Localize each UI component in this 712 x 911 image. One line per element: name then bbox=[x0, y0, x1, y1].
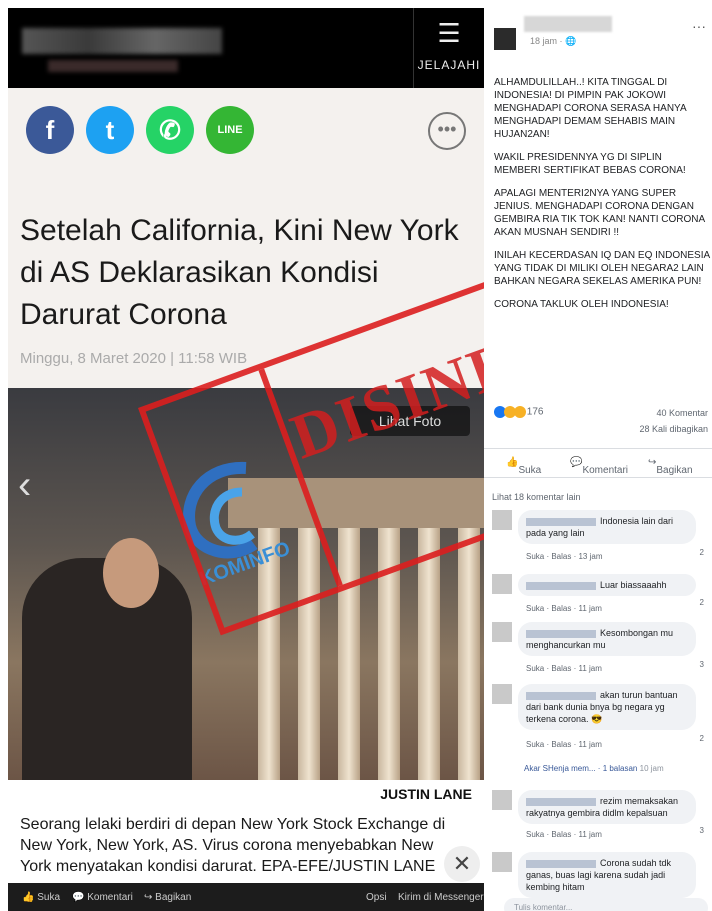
post-paragraph: APALAGI MENTERI2NYA YANG SUPER JENIUS. M… bbox=[494, 188, 705, 238]
post-paragraph: CORONA TAKLUK OLEH INDONESIA! bbox=[494, 299, 669, 310]
blurred-commenter-name[interactable] bbox=[526, 691, 596, 700]
comment-text: Luar biassaaahh bbox=[600, 580, 667, 590]
comment-bubble: Corona sudah tdk ganas, buas lagi karena… bbox=[518, 852, 696, 898]
twitter-share-icon[interactable]: t bbox=[86, 106, 134, 154]
avatar[interactable] bbox=[492, 622, 512, 642]
column bbox=[458, 528, 480, 780]
comment-bubble: Kesombongan mu menghancurkan mu bbox=[518, 622, 696, 656]
blurred-tagline bbox=[48, 60, 178, 72]
avatar[interactable] bbox=[492, 852, 512, 872]
blurred-commenter-name[interactable] bbox=[526, 859, 596, 868]
photo-credit: JUSTIN LANE bbox=[380, 786, 472, 802]
avatar[interactable] bbox=[492, 574, 512, 594]
comment-meta[interactable]: Suka · Balas · 11 jam bbox=[526, 740, 602, 749]
share-label: Bagikan bbox=[656, 465, 693, 476]
avatar[interactable] bbox=[494, 28, 516, 50]
options-button[interactable]: Opsi bbox=[366, 892, 387, 903]
comment-bubble: Luar biassaaahh bbox=[518, 574, 696, 596]
explore-label: JELAJAHI bbox=[417, 58, 481, 72]
reaction-summary[interactable]: 176 bbox=[494, 406, 543, 418]
comment-bubble: rezim memaksakan rakyatnya gembira didlm… bbox=[518, 790, 696, 824]
article-screenshot: ☰ JELAJAHI f t ✆ LINE ••• Setelah Califo… bbox=[8, 8, 484, 911]
comment-bubble: Indonesia lain dari pada yang lain bbox=[518, 510, 696, 544]
avatar[interactable] bbox=[492, 790, 512, 810]
whatsapp-share-icon[interactable]: ✆ bbox=[146, 106, 194, 154]
photo-caption: Seorang lelaki berdiri di depan New York… bbox=[20, 816, 446, 875]
blurred-poster-name[interactable] bbox=[524, 16, 612, 32]
comment-label: Komentari bbox=[582, 465, 629, 476]
facebook-share-icon[interactable]: f bbox=[26, 106, 74, 154]
comment-meta[interactable]: Suka · Balas · 11 jam bbox=[526, 664, 602, 673]
post-text: ALHAMDULILLAH..! KITA TINGGAL DI INDONES… bbox=[494, 76, 710, 321]
share-count[interactable]: 28 Kali dibagikan bbox=[639, 424, 708, 434]
view-replies-link[interactable]: Akar SHenja mem... · 1 balasan 10 jam bbox=[524, 764, 664, 773]
comment-reactions[interactable]: 2 bbox=[700, 548, 704, 557]
line-share-icon[interactable]: LINE bbox=[206, 106, 254, 154]
blurred-commenter-name[interactable] bbox=[526, 629, 596, 638]
blurred-commenter-name[interactable] bbox=[526, 517, 596, 526]
more-options-icon[interactable]: ••• bbox=[428, 112, 466, 150]
comment-label: Komentari bbox=[87, 892, 133, 903]
share-label: Bagikan bbox=[155, 892, 192, 903]
close-icon[interactable]: ✕ bbox=[444, 846, 480, 882]
blurred-commenter-name[interactable] bbox=[526, 581, 596, 590]
reaction-count: 176 bbox=[526, 406, 544, 418]
comment-meta[interactable]: Suka · Balas · 13 jam bbox=[526, 552, 602, 561]
like-label: Suka bbox=[37, 892, 61, 903]
explore-button[interactable]: ☰ JELAJAHI bbox=[413, 8, 484, 88]
like-button[interactable]: 👍 Suka bbox=[506, 457, 541, 476]
messenger-button[interactable]: Kirim di Messenger bbox=[398, 892, 484, 903]
article-date: Minggu, 8 Maret 2020 | 11:58 WIB bbox=[20, 350, 248, 367]
post-menu-icon[interactable]: ··· bbox=[692, 18, 706, 34]
blurred-commenter-name[interactable] bbox=[526, 797, 596, 806]
column bbox=[418, 528, 440, 780]
avatar[interactable] bbox=[492, 684, 512, 704]
site-header: ☰ JELAJAHI bbox=[8, 8, 484, 88]
facebook-post: 18 jam · 🌐 ··· ALHAMDULILLAH..! KITA TIN… bbox=[484, 8, 712, 911]
like-button[interactable]: 👍 Suka bbox=[22, 892, 60, 903]
blurred-site-logo bbox=[22, 28, 222, 54]
comment-input[interactable]: Tulis komentar... bbox=[504, 898, 708, 911]
man-head bbox=[103, 538, 159, 608]
comment-count[interactable]: 40 Komentar bbox=[656, 408, 708, 418]
post-actions: 👍 Suka 💬 Komentari ↪ Bagikan bbox=[484, 448, 712, 478]
chevron-left-icon[interactable]: ‹ bbox=[18, 463, 31, 508]
explore-icon: ☰ bbox=[437, 18, 461, 48]
share-button[interactable]: ↪ Bagikan bbox=[648, 457, 693, 476]
post-paragraph: ALHAMDULILLAH..! KITA TINGGAL DI INDONES… bbox=[494, 77, 687, 140]
like-label: Suka bbox=[518, 465, 542, 476]
comment-reactions[interactable]: 3 bbox=[700, 660, 704, 669]
caption-area: JUSTIN LANE Seorang lelaki berdiri di de… bbox=[8, 780, 484, 883]
share-button[interactable]: ↪ Bagikan bbox=[144, 892, 191, 903]
post-paragraph: WAKIL PRESIDENNYA YG DI SIPLIN MEMBERI S… bbox=[494, 152, 686, 176]
comment-bubble: akan turun bantuan dari bank dunia bnya … bbox=[518, 684, 696, 730]
comment-button[interactable]: 💬 Komentari bbox=[72, 892, 133, 903]
view-more-comments-link[interactable]: Lihat 18 komentar lain bbox=[492, 492, 581, 502]
wow-reaction-icon bbox=[514, 406, 526, 418]
post-time[interactable]: 18 jam · 🌐 bbox=[530, 36, 576, 47]
comment-reactions[interactable]: 3 bbox=[700, 826, 704, 835]
comment-reactions[interactable]: 2 bbox=[700, 734, 704, 743]
comment-placeholder: Tulis komentar... bbox=[514, 903, 573, 911]
comment-meta[interactable]: Suka · Balas · 11 jam bbox=[526, 604, 602, 613]
avatar[interactable] bbox=[492, 510, 512, 530]
post-paragraph: INILAH KECERDASAN IQ DAN EQ INDONESIA YA… bbox=[494, 250, 710, 287]
comment-button[interactable]: 💬 Komentari bbox=[570, 457, 628, 476]
comment-meta[interactable]: Suka · Balas · 11 jam bbox=[526, 830, 602, 839]
comment-reactions[interactable]: 2 bbox=[700, 598, 704, 607]
bottom-action-bar: 👍 Suka 💬 Komentari ↪ Bagikan Opsi Kirim … bbox=[8, 883, 484, 911]
